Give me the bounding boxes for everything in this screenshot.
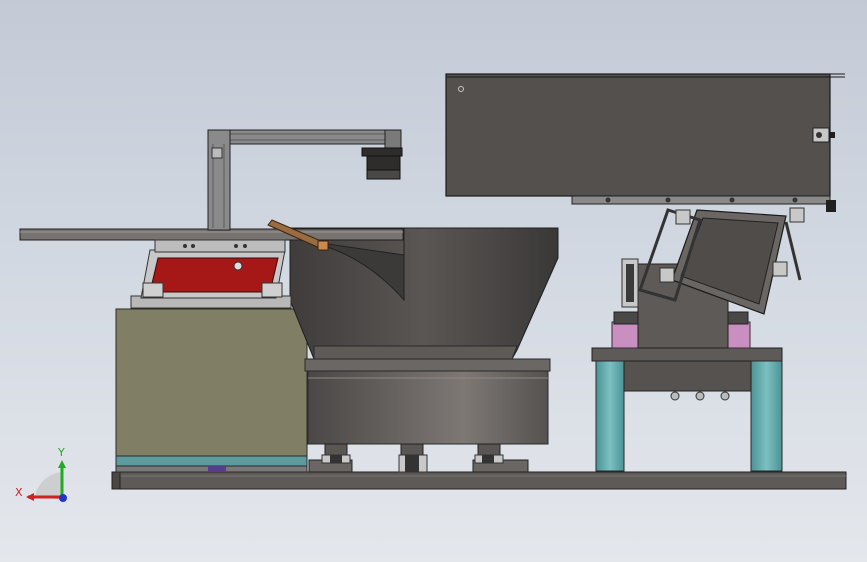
bowl-feet: [308, 443, 529, 473]
triad-z-axis: [59, 494, 67, 502]
bowl-base-drum[interactable]: [304, 358, 551, 445]
triad-y-label: Y: [57, 446, 65, 459]
vibratory-bowl[interactable]: [289, 227, 559, 360]
triad-x-label: X: [15, 486, 23, 499]
linear-feed-track[interactable]: [19, 228, 404, 241]
hanging-camera-sensor[interactable]: [361, 147, 403, 180]
overhead-hopper-box[interactable]: [445, 73, 845, 212]
bottom-base-plate[interactable]: [111, 471, 847, 490]
bowl-foot-left: [308, 443, 353, 473]
left-cabinet[interactable]: [115, 308, 308, 473]
aluminum-profile-frame[interactable]: [207, 129, 402, 231]
cad-viewport[interactable]: X Y: [0, 0, 867, 562]
bowl-foot-middle: [398, 443, 428, 473]
coordinate-triad: X Y: [15, 446, 67, 502]
red-tilted-panel[interactable]: [130, 239, 292, 309]
bowl-foot-right: [472, 443, 529, 473]
right-tilting-hopper[interactable]: [621, 207, 805, 349]
